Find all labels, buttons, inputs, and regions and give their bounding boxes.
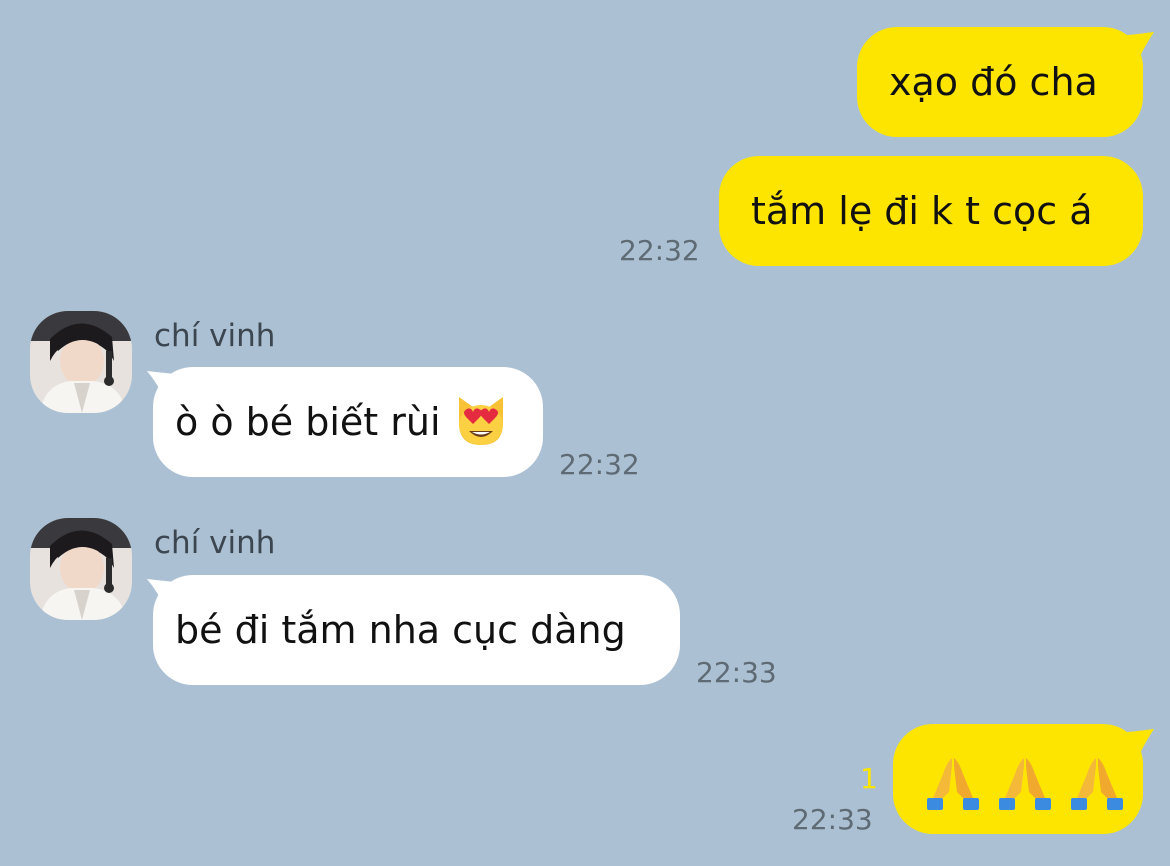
sender-avatar[interactable] xyxy=(30,518,132,620)
sender-name: chí vinh xyxy=(154,318,276,354)
folded-hands-emoji xyxy=(927,757,979,810)
message-timestamp: 22:32 xyxy=(559,448,640,481)
heart-eyes-cat-emoji xyxy=(458,396,503,445)
outgoing-message-bubble[interactable] xyxy=(893,724,1143,834)
sender-name: chí vinh xyxy=(154,525,276,561)
bubble-tail xyxy=(1118,729,1154,757)
incoming-message-bubble[interactable]: bé đi tắm nha cục dàng xyxy=(153,575,680,685)
message-text: xạo đó cha xyxy=(889,60,1098,104)
bubble-tail xyxy=(1118,32,1154,60)
folded-hands-emoji xyxy=(999,757,1052,810)
message-text: tắm lẹ đi k t cọc á xyxy=(751,189,1093,233)
message-text: bé đi tắm nha cục dàng xyxy=(175,608,626,652)
message-timestamp: 22:33 xyxy=(696,656,777,689)
folded-hands-emoji xyxy=(1071,757,1124,810)
sender-avatar[interactable] xyxy=(30,311,132,413)
outgoing-message-bubble[interactable]: tắm lẹ đi k t cọc á xyxy=(719,156,1143,266)
incoming-message-bubble[interactable]: ò ò bé biết rùi xyxy=(153,367,543,477)
unread-count: 1 xyxy=(860,762,878,795)
message-text: ò ò bé biết rùi xyxy=(175,400,441,444)
message-timestamp: 22:32 xyxy=(619,234,700,267)
message-timestamp: 22:33 xyxy=(792,803,873,836)
outgoing-message-bubble[interactable]: xạo đó cha xyxy=(857,27,1143,137)
